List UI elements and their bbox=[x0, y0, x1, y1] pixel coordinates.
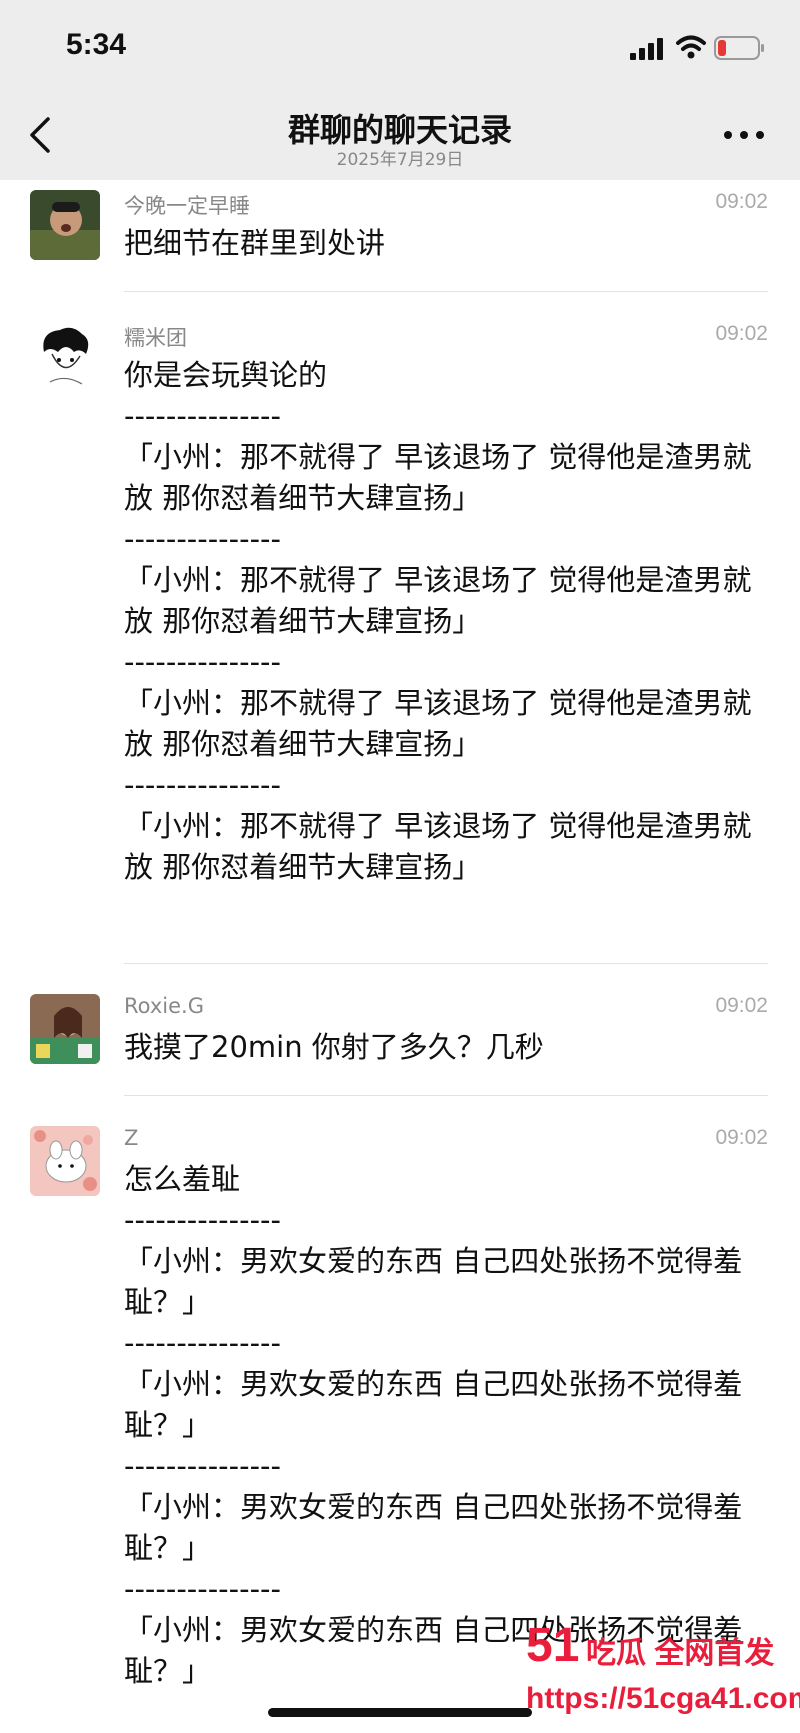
message-time: 09:02 bbox=[715, 994, 768, 1017]
divider bbox=[124, 963, 768, 964]
home-indicator[interactable] bbox=[268, 1708, 532, 1717]
avatar[interactable] bbox=[30, 322, 100, 392]
nav-bar: 群聊的聊天记录 2025年7月29日 bbox=[0, 95, 800, 180]
divider bbox=[124, 291, 768, 292]
message-time: 09:02 bbox=[715, 1126, 768, 1149]
watermark-logo: 51 吃瓜 全网首发 https://51cga41.com bbox=[526, 1619, 800, 1729]
cellular-signal-icon bbox=[630, 38, 663, 60]
message-time: 09:02 bbox=[715, 190, 768, 213]
message-text: 怎么羞耻 --------------- 「小州：男欢女爱的东西 自己四处张扬不… bbox=[124, 1162, 743, 1688]
avatar[interactable] bbox=[30, 994, 100, 1064]
message-text: 我摸了20min 你射了多久？几秒 bbox=[124, 1030, 544, 1064]
avatar[interactable] bbox=[30, 1126, 100, 1196]
message-time: 09:02 bbox=[715, 322, 768, 345]
battery-low-icon bbox=[714, 36, 764, 60]
sender-name: Z bbox=[124, 1126, 139, 1150]
message-text: 把细节在群里到处讲 bbox=[124, 226, 386, 260]
watermark-big: 51 bbox=[526, 1619, 580, 1672]
status-time: 5:34 bbox=[66, 28, 127, 61]
page-date: 2025年7月29日 bbox=[336, 150, 464, 170]
more-options-button[interactable] bbox=[722, 123, 766, 147]
divider bbox=[124, 1095, 768, 1096]
status-bar: 5:34 bbox=[0, 0, 800, 95]
sender-name: Roxie.G bbox=[124, 994, 204, 1018]
watermark-url: https://51cga41.com bbox=[526, 1682, 800, 1715]
sender-name: 糯米团 bbox=[124, 326, 187, 350]
message-text: 你是会玩舆论的 --------------- 「小州：那不就得了 早该退场了 … bbox=[124, 358, 752, 884]
wifi-icon bbox=[676, 35, 706, 59]
sender-name: 今晚一定早睡 bbox=[124, 194, 250, 218]
avatar[interactable] bbox=[30, 190, 100, 260]
watermark-slogan: 吃瓜 全网首发 bbox=[586, 1637, 775, 1670]
